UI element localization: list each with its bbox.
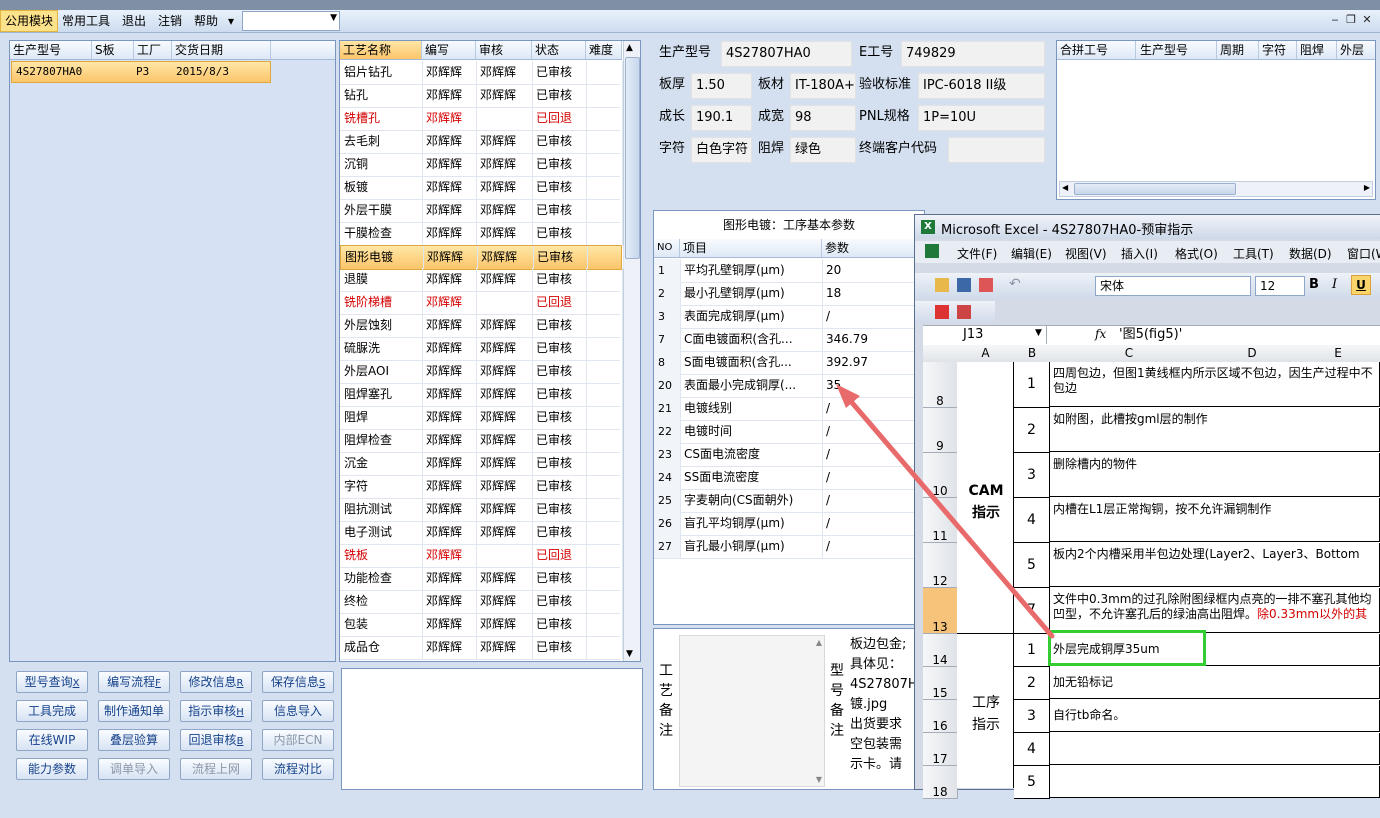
annotation-arrow-icon — [836, 384, 1055, 639]
